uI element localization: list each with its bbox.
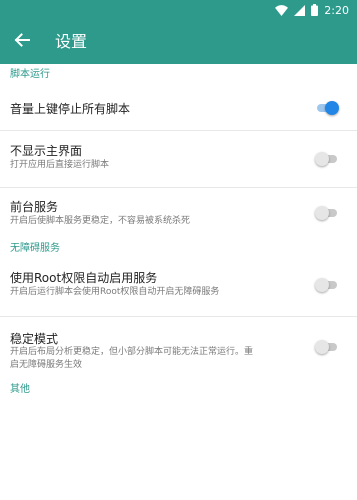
section-header-other: 其他 — [10, 384, 30, 395]
battery-icon — [311, 4, 319, 16]
setting-subtitle-line2: 启无障碍服务生效 — [10, 360, 83, 370]
section-header-accessibility: 无障碍服务 — [10, 243, 60, 254]
toggle-switch[interactable] — [315, 152, 339, 166]
setting-root-auto-enable[interactable]: 使用Root权限自动启用服务 开启后运行脚本会使用Root权限自动开启无障碍服务 — [0, 260, 357, 317]
setting-subtitle: 开启后使脚本服务更稳定，不容易被系统杀死 — [10, 216, 191, 226]
page-title: 设置 — [55, 32, 88, 51]
settings-list: 脚本运行 音量上键停止所有脚本 不显示主界面 打开应用后直接运行脚本 前台服务 … — [0, 64, 357, 401]
app-bar: 设置 — [0, 20, 357, 64]
setting-volume-stop-scripts[interactable]: 音量上键停止所有脚本 — [0, 86, 357, 131]
setting-hide-main-screen[interactable]: 不显示主界面 打开应用后直接运行脚本 — [0, 131, 357, 188]
setting-stable-mode[interactable]: 稳定模式 开启后布局分析更稳定，但小部分脚本可能无法正常运行。重 启无障碍服务生… — [0, 317, 357, 379]
back-button[interactable] — [6, 26, 38, 58]
status-time: 2:20 — [324, 3, 349, 17]
setting-title: 稳定模式 — [10, 332, 59, 346]
arrow-left-icon — [14, 32, 30, 52]
status-bar: 2:20 — [0, 0, 357, 20]
toggle-switch[interactable] — [315, 101, 339, 115]
setting-title: 音量上键停止所有脚本 — [10, 102, 131, 116]
toggle-switch[interactable] — [315, 340, 339, 354]
toggle-switch[interactable] — [315, 278, 339, 292]
setting-subtitle: 开启后运行脚本会使用Root权限自动开启无障碍服务 — [10, 287, 220, 297]
section-header-script-run: 脚本运行 — [10, 69, 50, 80]
signal-icon — [294, 4, 306, 16]
setting-foreground-service[interactable]: 前台服务 开启后使脚本服务更稳定，不容易被系统杀死 — [0, 188, 357, 238]
setting-title: 不显示主界面 — [10, 144, 83, 158]
setting-subtitle: 开启后布局分析更稳定，但小部分脚本可能无法正常运行。重 — [10, 347, 254, 357]
setting-subtitle: 打开应用后直接运行脚本 — [10, 160, 110, 170]
setting-title: 前台服务 — [10, 200, 59, 214]
wifi-icon — [275, 4, 289, 16]
toggle-switch[interactable] — [315, 206, 339, 220]
setting-title: 使用Root权限自动启用服务 — [10, 271, 158, 285]
status-icons: 2:20 — [275, 2, 349, 18]
